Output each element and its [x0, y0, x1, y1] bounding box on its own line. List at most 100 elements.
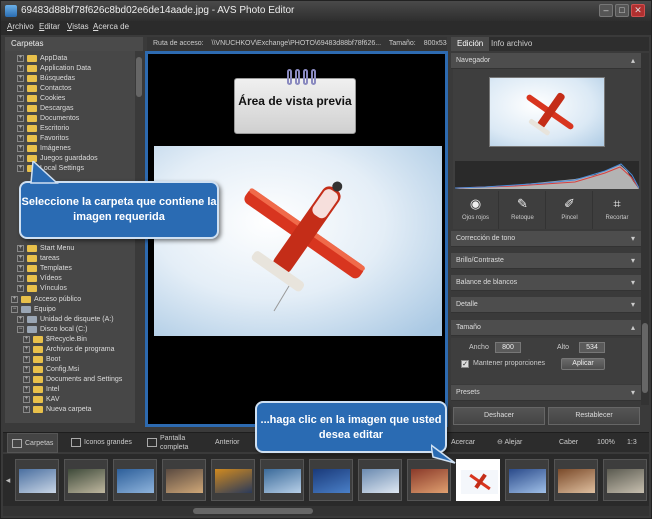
tree-item[interactable]: + KAV: [23, 395, 60, 405]
apply-button[interactable]: Aplicar: [561, 358, 605, 370]
retouch-tool[interactable]: ✎ Retoque: [500, 191, 546, 229]
tree-item[interactable]: + Escritorio: [17, 124, 69, 134]
expand-icon[interactable]: +: [17, 144, 24, 152]
filmstrip-thumbnail[interactable]: [358, 459, 402, 501]
expand-icon[interactable]: +: [17, 244, 24, 252]
tree-item[interactable]: + $Recycle.Bin: [23, 335, 87, 345]
expand-icon[interactable]: +: [23, 375, 30, 383]
tree-item[interactable]: + Vínculos: [17, 284, 67, 294]
tree-item[interactable]: + Acceso público: [11, 295, 81, 305]
expand-icon[interactable]: +: [17, 84, 24, 92]
expand-icon[interactable]: +: [17, 74, 24, 82]
tree-item[interactable]: + Documentos: [17, 114, 79, 124]
expand-icon[interactable]: +: [17, 114, 24, 122]
section-size[interactable]: Tamaño ▴: [451, 320, 641, 336]
scrollbar-thumb[interactable]: [193, 508, 313, 514]
expand-icon[interactable]: +: [17, 134, 24, 142]
fit-button[interactable]: Caber: [559, 433, 578, 453]
section-brightness-contrast[interactable]: Brillo/Contraste ▾: [451, 253, 641, 269]
expand-icon[interactable]: +: [23, 345, 30, 353]
expand-icon[interactable]: +: [11, 295, 18, 303]
tree-item[interactable]: + Application Data: [17, 64, 91, 74]
expand-icon[interactable]: +: [17, 64, 24, 72]
tab-edicion[interactable]: Edición: [451, 37, 490, 51]
filmstrip-thumbnail[interactable]: [211, 459, 255, 501]
filmstrip-thumbnail[interactable]: [505, 459, 549, 501]
tree-item[interactable]: + AppData: [17, 54, 67, 64]
large-icons-button[interactable]: Iconos grandes: [71, 433, 132, 453]
scroll-left-icon[interactable]: ◂: [3, 454, 13, 506]
expand-icon[interactable]: +: [17, 94, 24, 102]
tree-item[interactable]: + tareas: [17, 254, 59, 264]
tree-item[interactable]: + Favoritos: [17, 134, 69, 144]
tree-item[interactable]: + Nueva carpeta: [23, 405, 92, 415]
filmstrip-thumbnail-selected[interactable]: [456, 459, 500, 501]
expand-icon[interactable]: +: [23, 335, 30, 343]
tree-item[interactable]: + Boot: [23, 355, 60, 365]
filmstrip-thumbnail[interactable]: [64, 459, 108, 501]
navigator-thumbnail[interactable]: [489, 77, 605, 147]
fullscreen-button[interactable]: Pantalla completa: [147, 433, 188, 453]
expand-icon[interactable]: +: [23, 395, 30, 403]
maximize-button[interactable]: □: [615, 4, 629, 17]
section-white-balance[interactable]: Balance de blancos ▾: [451, 275, 641, 291]
tree-item[interactable]: + Start Menu: [17, 244, 74, 254]
expand-icon[interactable]: +: [23, 365, 30, 373]
expand-icon[interactable]: +: [17, 264, 24, 272]
section-tone-correction[interactable]: Corrección de tono ▾: [451, 231, 641, 247]
expand-icon[interactable]: +: [17, 315, 24, 323]
filmstrip-thumbnail[interactable]: [113, 459, 157, 501]
filmstrip-thumbnail[interactable]: [603, 459, 647, 501]
tab-info-archivo[interactable]: Info archivo: [485, 37, 538, 51]
preview-photo[interactable]: [154, 146, 442, 336]
section-detail[interactable]: Detalle ▾: [451, 297, 641, 313]
tree-item[interactable]: + Imágenes: [17, 144, 71, 154]
tree-item[interactable]: + Archivos de programa: [23, 345, 114, 355]
expand-icon[interactable]: +: [23, 385, 30, 393]
expand-icon[interactable]: +: [23, 355, 30, 363]
navigator-title[interactable]: Navegador ▴: [451, 53, 641, 69]
expand-icon[interactable]: +: [17, 254, 24, 262]
filmstrip-thumbnail[interactable]: [260, 459, 304, 501]
menu-vistas[interactable]: Vistas: [67, 22, 89, 31]
right-panel-scrollbar[interactable]: [641, 53, 649, 405]
keep-proportions-checkbox[interactable]: ✓: [461, 360, 469, 368]
width-input[interactable]: 800: [495, 342, 521, 353]
filmstrip-thumbnail[interactable]: [554, 459, 598, 501]
filmstrip-scrollbar[interactable]: [3, 506, 649, 516]
red-eye-tool[interactable]: ◉ Ojos rojos: [453, 191, 499, 229]
filmstrip-thumbnail[interactable]: [162, 459, 206, 501]
undo-button[interactable]: Deshacer: [453, 407, 545, 425]
expand-icon[interactable]: +: [17, 54, 24, 62]
tree-item[interactable]: + Vídeos: [17, 274, 62, 284]
previous-button[interactable]: Anterior: [215, 433, 240, 453]
crop-tool[interactable]: ⌗ Recortar: [594, 191, 640, 229]
menu-archivo[interactable]: Archivo: [7, 22, 34, 31]
tree-item[interactable]: + Config.Msi: [23, 365, 79, 375]
reset-button[interactable]: Restablecer: [548, 407, 640, 425]
tree-item[interactable]: + Cookies: [17, 94, 65, 104]
expand-icon[interactable]: +: [17, 284, 24, 292]
expand-icon[interactable]: −: [11, 305, 18, 313]
filmstrip-thumbnail[interactable]: [15, 459, 59, 501]
tree-item[interactable]: + Descargas: [17, 104, 73, 114]
scrollbar-thumb[interactable]: [642, 323, 648, 393]
section-presets[interactable]: Presets ▾: [451, 385, 641, 401]
menu-editar[interactable]: Editar: [39, 22, 60, 31]
pencil-tool[interactable]: ✐ Pincel: [547, 191, 593, 229]
close-button[interactable]: ✕: [631, 4, 645, 17]
height-input[interactable]: 534: [579, 342, 605, 353]
expand-icon[interactable]: +: [17, 104, 24, 112]
tree-item[interactable]: + Unidad de disquete (A:): [17, 315, 114, 325]
scrollbar-thumb[interactable]: [136, 57, 142, 97]
tree-item[interactable]: − Equipo: [11, 305, 56, 315]
tree-item[interactable]: − Disco local (C:): [17, 325, 87, 335]
expand-icon[interactable]: −: [17, 325, 24, 333]
tree-item[interactable]: + Contactos: [17, 84, 72, 94]
tree-item[interactable]: + Intel: [23, 385, 59, 395]
zoom-out-button[interactable]: ⊖ Alejar: [497, 433, 522, 453]
minimize-button[interactable]: –: [599, 4, 613, 17]
expand-icon[interactable]: +: [23, 405, 30, 413]
menu-acerca-de[interactable]: Acerca de: [93, 22, 129, 31]
tree-item[interactable]: + Documents and Settings: [23, 375, 122, 385]
